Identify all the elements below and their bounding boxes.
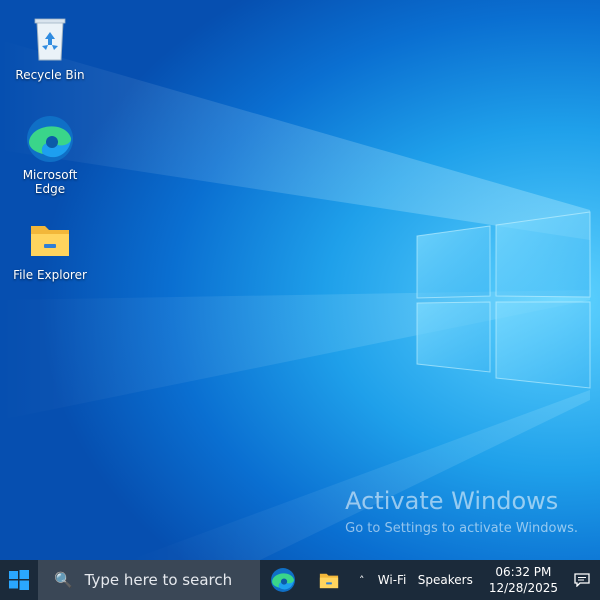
edge-icon <box>270 568 295 592</box>
recycle-bin-icon <box>25 14 75 64</box>
desktop-icon-label: File Explorer <box>13 268 87 282</box>
show-hidden-icons-chevron-icon[interactable]: ˄ <box>352 574 372 587</box>
activate-windows-watermark: Activate Windows Go to Settings to activ… <box>345 486 578 538</box>
search-placeholder: Type here to search <box>84 571 233 589</box>
search-icon: 🔍 <box>53 571 73 589</box>
tray-wifi[interactable]: Wi-Fi <box>372 573 408 587</box>
windows-logo-icon <box>8 570 29 590</box>
logo-pane-bottom-left <box>416 301 491 373</box>
edge-icon <box>25 114 75 164</box>
folder-icon <box>319 573 338 589</box>
desktop-icon-label: Microsoft Edge <box>22 168 78 196</box>
logo-pane-bottom-right <box>495 301 591 389</box>
taskbar-app-file-explorer[interactable] <box>306 560 352 600</box>
desktop-icon-file-explorer[interactable]: File Explorer <box>8 214 92 282</box>
clock-time: 06:32 PM <box>495 565 552 579</box>
desktop-icon-recycle-bin[interactable]: Recycle Bin <box>8 14 92 82</box>
system-tray: ˄ Wi-Fi Speakers 06:32 PM 12/28/2025 <box>352 560 600 600</box>
notification-icon <box>574 573 590 587</box>
clock-date: 12/28/2025 <box>488 581 558 595</box>
taskbar: 🔍 Type here to search ˄ Wi-Fi Speakers 0… <box>0 560 600 600</box>
logo-pane-top-left <box>416 225 491 299</box>
start-button[interactable] <box>0 560 38 600</box>
desktop-icon-label: Recycle Bin <box>15 68 85 82</box>
taskbar-search-box[interactable]: 🔍 Type here to search <box>37 560 260 600</box>
desktop[interactable]: Recycle Bin Microsoft Edge File Explorer… <box>0 0 600 560</box>
folder-icon <box>25 214 75 264</box>
tray-speakers[interactable]: Speakers <box>408 573 483 587</box>
activate-windows-title: Activate Windows <box>345 487 559 515</box>
desktop-icon-microsoft-edge[interactable]: Microsoft Edge <box>8 114 92 196</box>
tray-clock[interactable]: 06:32 PM 12/28/2025 <box>483 564 564 596</box>
logo-pane-top-right <box>495 211 591 298</box>
notification-center-button[interactable] <box>564 560 600 600</box>
taskbar-app-edge[interactable] <box>260 560 306 600</box>
activate-windows-subtitle: Go to Settings to activate Windows. <box>345 521 578 536</box>
